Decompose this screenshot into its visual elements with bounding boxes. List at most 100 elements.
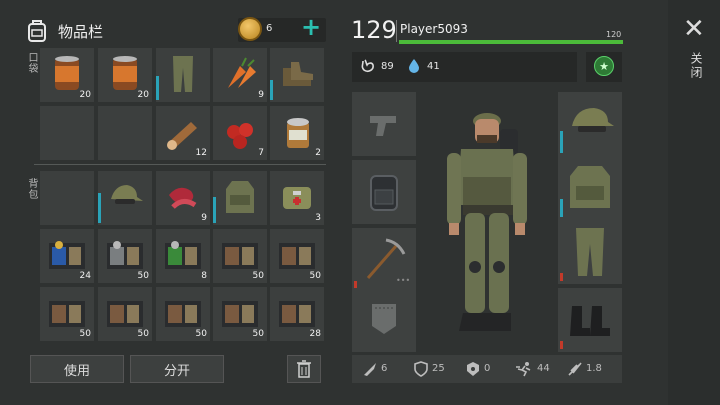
backpack-slot[interactable]: 50 (270, 229, 324, 283)
coin-icon (238, 17, 262, 41)
item-count: 50 (137, 329, 149, 339)
trash-icon (297, 360, 311, 378)
trash-button[interactable] (287, 355, 321, 383)
weight-value: 1.8 (586, 363, 602, 374)
notebook-icon (222, 301, 258, 327)
backpack-slot[interactable]: 50 (156, 287, 210, 341)
pocket-slot[interactable]: 12 (156, 106, 210, 160)
item-count: 50 (137, 271, 149, 281)
xp-fill (399, 40, 623, 44)
attack-value: 6 (381, 363, 388, 374)
item-count: 2 (315, 148, 321, 158)
canned-food-icon (113, 56, 137, 90)
equip-slot-tool[interactable]: ••• (352, 228, 416, 292)
backpack-slot[interactable]: 50 (40, 287, 94, 341)
backpack-slot[interactable]: 28 (270, 287, 324, 341)
camo-pants-icon (576, 228, 604, 276)
green-card-icon (165, 241, 201, 269)
xp-value: 120 (606, 30, 622, 39)
radiation-icon (467, 362, 479, 376)
tool-dots: ••• (396, 276, 411, 285)
equip-slot-head[interactable] (558, 92, 622, 156)
backpack-slot[interactable]: 50 (213, 229, 267, 283)
backpack-icon (28, 20, 46, 42)
camo-pants-icon (173, 56, 193, 92)
pocket-slot[interactable]: 7 (213, 106, 267, 160)
pocket-slot-icon (372, 304, 396, 334)
raw-meat-icon (169, 187, 197, 209)
boots-icon (283, 62, 313, 86)
notebook-icon (279, 243, 315, 269)
pocket-slot[interactable]: 20 (98, 48, 152, 102)
equip-slot-feet[interactable] (558, 288, 622, 352)
item-count: 20 (79, 90, 91, 100)
durability-bar (156, 76, 159, 100)
equip-slot-weapon[interactable] (352, 92, 416, 156)
armor-value: 25 (432, 363, 445, 374)
player-level: 129 (351, 16, 397, 44)
perks-star-button[interactable]: ★ (594, 56, 614, 76)
equip-slot-backpack[interactable] (352, 160, 416, 224)
equip-slot-body[interactable] (558, 156, 622, 220)
notebook-icon (107, 301, 143, 327)
backpack-slot[interactable]: 9 (156, 171, 210, 225)
item-count: 7 (258, 148, 264, 158)
backpack-slot[interactable]: 24 (40, 229, 94, 283)
notebook-icon (279, 301, 315, 327)
close-button-label[interactable]: 关闭 (688, 52, 705, 80)
pocket-slot[interactable] (40, 106, 94, 160)
item-count: 20 (137, 90, 149, 100)
item-count: 9 (201, 213, 207, 223)
item-count: 8 (201, 271, 207, 281)
close-icon[interactable]: ✕ (683, 16, 705, 42)
use-button[interactable]: 使用 (30, 355, 124, 383)
item-count: 50 (195, 329, 207, 339)
durability-low-bar (560, 273, 563, 281)
durability-low-bar (560, 341, 563, 349)
backpack-label: 背包 (26, 178, 37, 200)
backpack-slot[interactable]: 8 (156, 229, 210, 283)
pistol-slot-icon (370, 116, 396, 136)
radiation-value: 0 (484, 363, 491, 374)
pocket-slot[interactable]: 2 (270, 106, 324, 160)
backpack-slot[interactable] (98, 171, 152, 225)
durability-bar (213, 197, 216, 223)
item-count: 9 (258, 90, 264, 100)
equip-slot-pocket[interactable] (352, 288, 416, 352)
item-count: 50 (309, 271, 321, 281)
backpack-slot[interactable]: 3 (270, 171, 324, 225)
item-count: 12 (195, 148, 207, 158)
item-count: 50 (252, 271, 264, 281)
backpack-slot[interactable] (213, 171, 267, 225)
camo-vest-icon (226, 181, 254, 213)
pocket-slot[interactable]: 20 (40, 48, 94, 102)
log-icon (167, 122, 197, 150)
backpack-slot[interactable]: 50 (98, 287, 152, 341)
knife-icon (364, 363, 376, 376)
equip-slot-legs[interactable] (558, 220, 622, 284)
berries-icon (227, 123, 253, 149)
open-can-icon (287, 118, 309, 148)
water-drop-icon (409, 59, 419, 73)
player-character (447, 113, 527, 331)
backpack-slot[interactable]: 50 (213, 287, 267, 341)
shield-icon (414, 361, 428, 377)
canned-food-icon (55, 56, 79, 90)
backpack-slot[interactable] (40, 171, 94, 225)
boots-icon (570, 306, 610, 336)
pocket-slot[interactable] (270, 48, 324, 102)
pocket-slot[interactable] (156, 48, 210, 102)
medkit-bag-icon (283, 187, 311, 209)
player-name: Player5093 (400, 22, 468, 36)
add-coins-button[interactable]: + (301, 15, 321, 39)
backpack-slot[interactable]: 50 (98, 229, 152, 283)
item-count: 3 (315, 213, 321, 223)
pockets-label: 口袋 (26, 52, 37, 74)
pocket-slot[interactable] (98, 106, 152, 160)
thirst-value: 41 (427, 61, 440, 72)
pocket-slot[interactable]: 9 (213, 48, 267, 102)
item-count: 50 (252, 329, 264, 339)
stomach-icon (361, 59, 374, 72)
durability-bar (560, 131, 563, 153)
split-button[interactable]: 分开 (130, 355, 224, 383)
